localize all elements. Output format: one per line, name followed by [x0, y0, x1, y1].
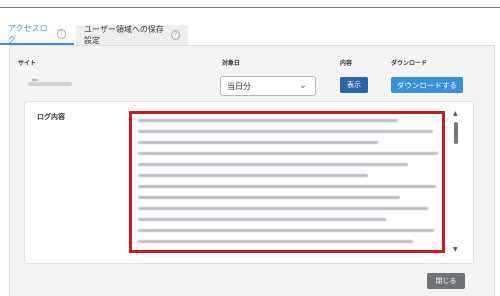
download-button[interactable]: ダウンロードする	[391, 77, 463, 93]
header-download: ダウンロード	[391, 60, 428, 67]
chevron-down-icon: ⌄	[298, 80, 307, 91]
log-line-blurred	[138, 130, 433, 133]
header-content: 内容	[340, 60, 353, 67]
log-line-blurred	[138, 119, 398, 122]
log-line-blurred	[138, 229, 434, 232]
log-line-blurred	[138, 163, 408, 166]
site-value-blurred	[28, 82, 72, 86]
tab-access-log[interactable]: アクセスログ ?	[0, 24, 74, 45]
log-line-blurred	[138, 196, 400, 199]
log-content-area[interactable]	[129, 111, 445, 253]
tab-bar: アクセスログ ? ユーザー領域への保存設定 ?	[0, 24, 500, 45]
close-button[interactable]: 閉じる	[427, 273, 465, 289]
log-line-blurred	[138, 207, 428, 210]
top-divider	[0, 7, 500, 8]
log-content-label: ログ内容	[37, 113, 65, 121]
log-line-blurred	[138, 240, 413, 243]
target-date-value: 当日分	[227, 81, 251, 91]
header-site: サイト	[18, 60, 37, 67]
target-date-select[interactable]: 当日分 ⌄	[220, 76, 316, 96]
tab-access-log-label: アクセスログ	[8, 24, 48, 44]
help-icon[interactable]: ?	[171, 30, 180, 40]
tab-user-area-save-settings[interactable]: ユーザー領域への保存設定 ?	[76, 25, 188, 45]
log-scrollbar[interactable]: ▲ ▼	[452, 110, 461, 253]
tab-user-area-label: ユーザー領域への保存設定	[84, 25, 164, 45]
help-icon[interactable]: ?	[56, 29, 66, 39]
header-target-date: 対象日	[222, 60, 241, 67]
log-line-blurred	[138, 141, 378, 144]
log-line-blurred	[138, 174, 368, 177]
scroll-thumb[interactable]	[454, 122, 458, 144]
log-line-blurred	[138, 152, 438, 155]
scroll-up-icon[interactable]: ▲	[453, 110, 458, 117]
log-line-blurred	[138, 185, 436, 188]
log-line-blurred	[138, 218, 386, 221]
site-value-blurred	[32, 79, 38, 81]
scroll-down-icon[interactable]: ▼	[453, 246, 458, 253]
show-button[interactable]: 表示	[340, 77, 368, 93]
